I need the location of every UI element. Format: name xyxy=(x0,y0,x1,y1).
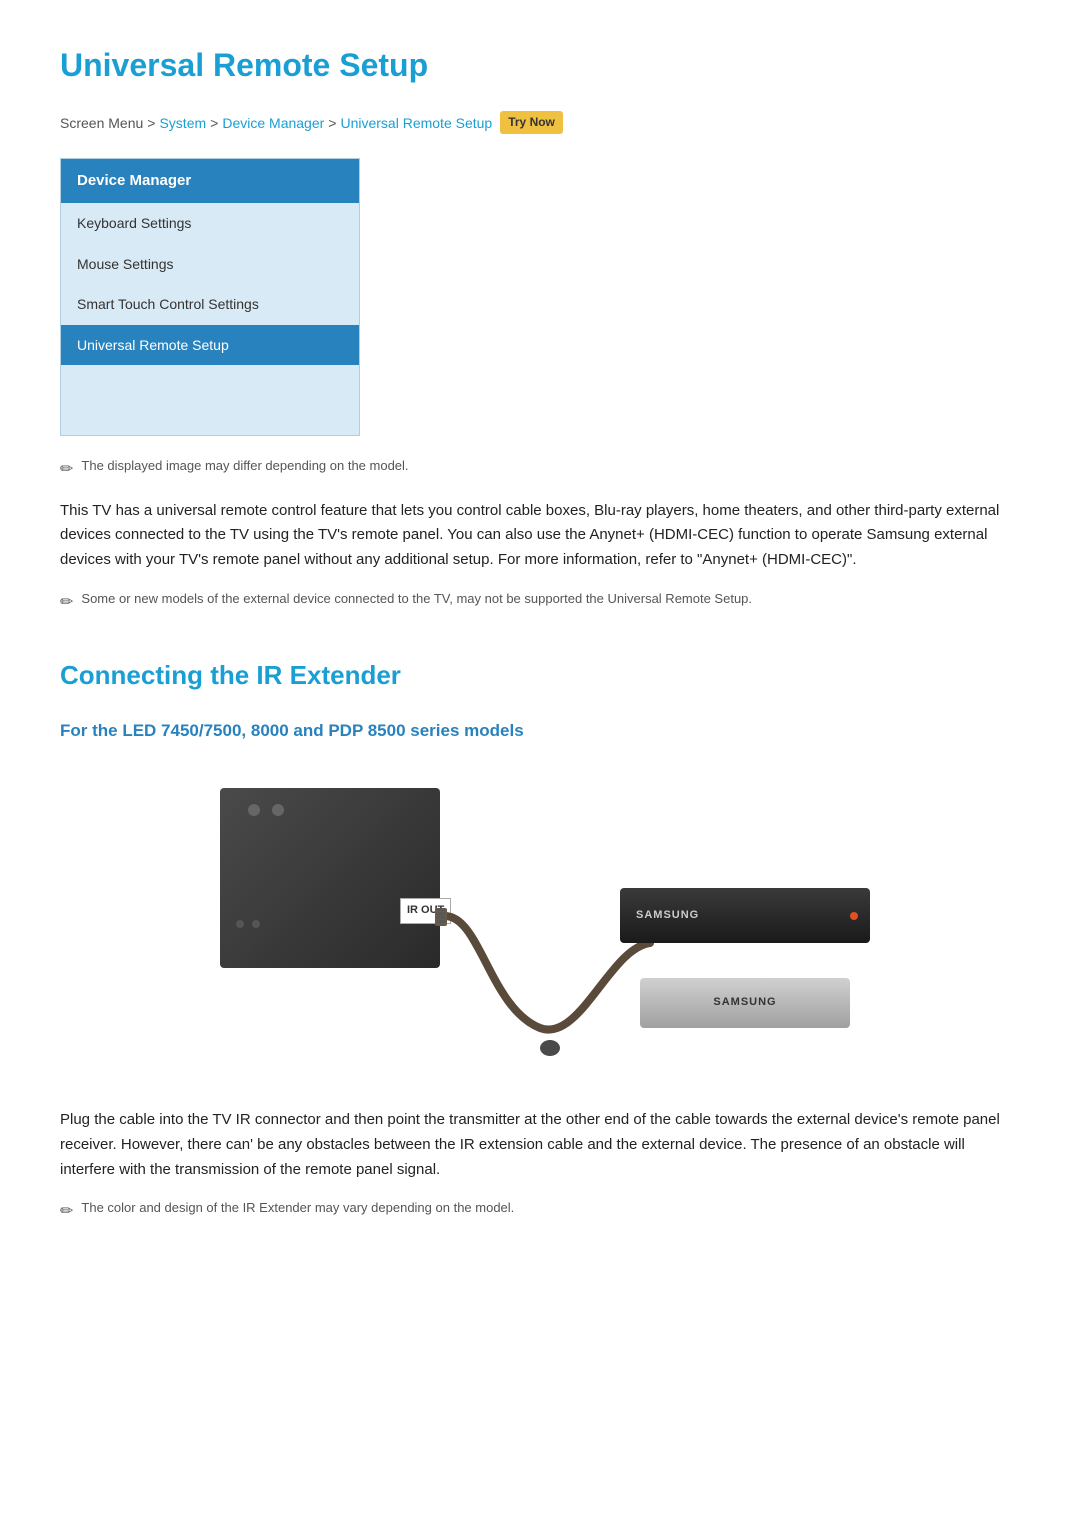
ir-section-title: Connecting the IR Extender xyxy=(60,655,1020,697)
note1-icon: ✏ xyxy=(60,457,73,483)
breadcrumb-sep2: > xyxy=(210,112,218,134)
body-text-2: Plug the cable into the TV IR connector … xyxy=(60,1108,1020,1182)
breadcrumb-sep1: > xyxy=(147,112,155,134)
breadcrumb-system[interactable]: System xyxy=(159,112,206,134)
menu-header: Device Manager xyxy=(61,159,359,203)
tv-panel-dot2 xyxy=(272,804,284,816)
ir-diagram: IR OUT SAMSUNG SAMSUNG xyxy=(190,768,890,1088)
page-title: Universal Remote Setup xyxy=(60,40,1020,91)
device-manager-menu: Device Manager Keyboard Settings Mouse S… xyxy=(60,158,360,436)
tv-panel-dot4 xyxy=(252,920,260,928)
menu-item-smart-touch[interactable]: Smart Touch Control Settings xyxy=(61,284,359,324)
samsung-label-bottom: SAMSUNG xyxy=(713,994,776,1012)
menu-item-mouse[interactable]: Mouse Settings xyxy=(61,244,359,284)
samsung-dot xyxy=(850,912,858,920)
note3-icon: ✏ xyxy=(60,1199,73,1225)
ir-out-label: IR OUT xyxy=(400,898,451,924)
note1-row: ✏ The displayed image may differ dependi… xyxy=(60,456,1020,483)
samsung-setbox-top: SAMSUNG xyxy=(620,888,870,943)
samsung-setbox-bottom: SAMSUNG xyxy=(640,978,850,1028)
breadcrumb-screenmen: Screen Menu xyxy=(60,112,143,134)
try-now-badge[interactable]: Try Now xyxy=(500,111,563,134)
note3-row: ✏ The color and design of the IR Extende… xyxy=(60,1198,1020,1225)
breadcrumb-device-manager[interactable]: Device Manager xyxy=(222,112,324,134)
note2-icon: ✏ xyxy=(60,590,73,616)
tv-panel-dot3 xyxy=(236,920,244,928)
breadcrumb-sep3: > xyxy=(328,112,336,134)
note1-text: The displayed image may differ depending… xyxy=(81,456,408,477)
body-text-1: This TV has a universal remote control f… xyxy=(60,499,1020,573)
samsung-label-top: SAMSUNG xyxy=(636,907,699,925)
note2-row: ✏ Some or new models of the external dev… xyxy=(60,589,1020,616)
breadcrumb: Screen Menu > System > Device Manager > … xyxy=(60,111,1020,134)
menu-item-universal-remote[interactable]: Universal Remote Setup xyxy=(61,325,359,365)
ir-sub-title: For the LED 7450/7500, 8000 and PDP 8500… xyxy=(60,717,1020,744)
tv-back-panel xyxy=(220,788,440,968)
note2-text: Some or new models of the external devic… xyxy=(81,589,752,610)
note3-text: The color and design of the IR Extender … xyxy=(81,1198,514,1219)
menu-empty-space xyxy=(61,365,359,435)
tv-panel-dot1 xyxy=(248,804,260,816)
breadcrumb-universal-remote[interactable]: Universal Remote Setup xyxy=(340,112,492,134)
menu-item-keyboard[interactable]: Keyboard Settings xyxy=(61,203,359,243)
